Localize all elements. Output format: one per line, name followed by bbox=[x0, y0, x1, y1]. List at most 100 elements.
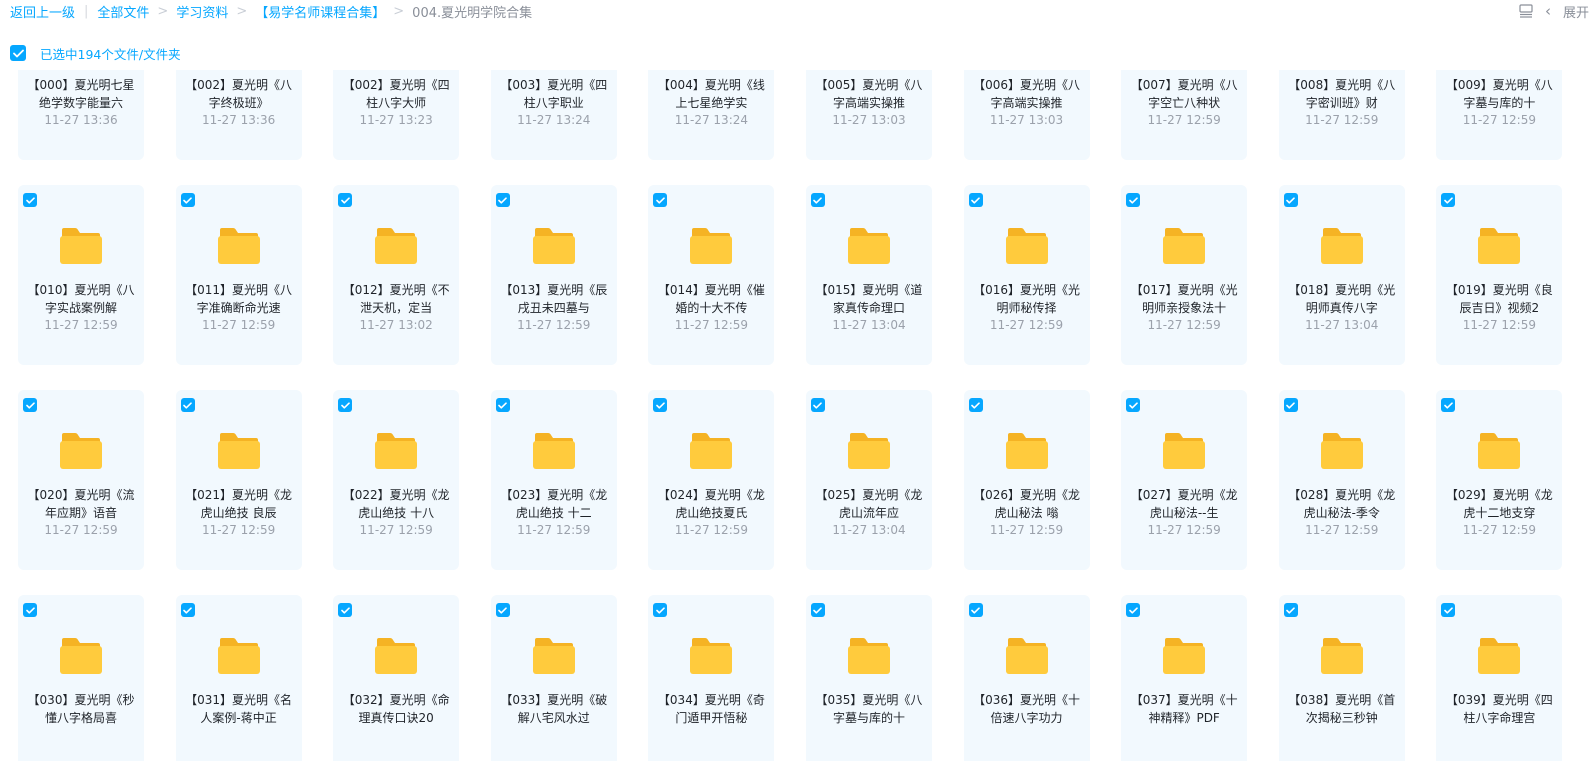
folder-card[interactable]: 【004】夏光明《线上七星绝学实 11-27 13:24 bbox=[648, 70, 775, 160]
folder-name: 【029】夏光明《龙虎十二地支穿 bbox=[1445, 488, 1553, 520]
folder-checkbox[interactable] bbox=[1441, 603, 1456, 617]
folder-icon bbox=[374, 432, 418, 470]
folder-name: 【003】夏光明《四柱八字职业 bbox=[500, 78, 608, 110]
folder-card[interactable]: 【037】夏光明《十神精释》PDF bbox=[1121, 595, 1248, 761]
folder-checkbox[interactable] bbox=[1441, 398, 1456, 412]
folder-card[interactable]: 【006】夏光明《八字高端实操推 11-27 13:03 bbox=[963, 70, 1090, 160]
folder-card[interactable]: 【027】夏光明《龙虎山秘法--生 11-27 12:59 bbox=[1121, 390, 1248, 570]
folder-checkbox[interactable] bbox=[653, 603, 668, 617]
folder-checkbox[interactable] bbox=[1126, 603, 1141, 617]
chevron-left-icon[interactable]: ‹ bbox=[1545, 2, 1551, 20]
folder-card[interactable]: 【038】夏光明《首次揭秘三秒钟 bbox=[1278, 595, 1405, 761]
folder-name: 【008】夏光明《八字密训班》财 bbox=[1288, 78, 1396, 110]
folder-card[interactable]: 【017】夏光明《光明师亲授象法十 11-27 12:59 bbox=[1121, 185, 1248, 365]
folder-card[interactable]: 【007】夏光明《八字空亡八种状 11-27 12:59 bbox=[1121, 70, 1248, 160]
folder-modified-time: 11-27 13:04 bbox=[832, 318, 906, 332]
file-grid-viewport[interactable]: 【000】夏光明七星绝学数字能量六 11-27 13:36 【002】夏光明《八… bbox=[0, 70, 1593, 761]
folder-card[interactable]: 【032】夏光明《命理真传口诀20 bbox=[333, 595, 460, 761]
folder-card[interactable]: 【030】夏光明《秒懂八字格局喜 bbox=[18, 595, 144, 761]
folder-checkbox[interactable] bbox=[653, 193, 668, 207]
folder-card[interactable]: 【019】夏光明《良辰吉日》视频2 11-27 12:59 bbox=[1436, 185, 1563, 365]
folder-checkbox[interactable] bbox=[180, 193, 195, 207]
folder-checkbox[interactable] bbox=[1441, 193, 1456, 207]
folder-card[interactable]: 【012】夏光明《不泄天机，定当 11-27 13:02 bbox=[333, 185, 460, 365]
folder-checkbox[interactable] bbox=[810, 398, 825, 412]
folder-card[interactable]: 【010】夏光明《八字实战案例解 11-27 12:59 bbox=[18, 185, 144, 365]
back-link[interactable]: 返回上一级 bbox=[10, 2, 75, 21]
folder-name: 【035】夏光明《八字墓与库的十 bbox=[815, 693, 923, 725]
folder-card[interactable]: 【015】夏光明《道家真传命理口 11-27 13:04 bbox=[805, 185, 932, 365]
folder-name: 【000】夏光明七星绝学数字能量六 bbox=[27, 78, 135, 110]
folder-card[interactable]: 【035】夏光明《八字墓与库的十 bbox=[805, 595, 932, 761]
select-all-checkbox[interactable] bbox=[10, 45, 26, 61]
folder-checkbox[interactable] bbox=[180, 398, 195, 412]
folder-card[interactable]: 【029】夏光明《龙虎十二地支穿 11-27 12:59 bbox=[1436, 390, 1563, 570]
folder-checkbox[interactable] bbox=[968, 193, 983, 207]
folder-card[interactable]: 【033】夏光明《破解八宅风水过 bbox=[490, 595, 617, 761]
selection-count-label: 已选中194个文件/文件夹 bbox=[40, 46, 181, 62]
folder-icon bbox=[689, 432, 733, 470]
folder-checkbox[interactable] bbox=[1126, 193, 1141, 207]
folder-checkbox[interactable] bbox=[180, 603, 195, 617]
folder-modified-time: 11-27 12:59 bbox=[517, 318, 591, 332]
folder-name: 【038】夏光明《首次揭秘三秒钟 bbox=[1288, 693, 1396, 725]
folder-modified-time: 11-27 12:59 bbox=[989, 523, 1064, 537]
folder-checkbox[interactable] bbox=[495, 398, 510, 412]
folder-checkbox[interactable] bbox=[338, 603, 353, 617]
folder-name: 【032】夏光明《命理真传口诀20 bbox=[342, 693, 450, 725]
folder-card[interactable]: 【014】夏光明《催婚的十大不传 11-27 12:59 bbox=[648, 185, 775, 365]
folder-card[interactable]: 【002】夏光明《四柱八字大师 11-27 13:23 bbox=[333, 70, 460, 160]
folder-checkbox[interactable] bbox=[23, 603, 37, 617]
folder-card[interactable]: 【020】夏光明《流年应期》语音 11-27 12:59 bbox=[18, 390, 144, 570]
folder-name: 【002】夏光明《四柱八字大师 bbox=[342, 78, 450, 110]
folder-card[interactable]: 【011】夏光明《八字准确断命光速 11-27 12:59 bbox=[175, 185, 302, 365]
breadcrumb-all-files[interactable]: 全部文件 bbox=[97, 2, 149, 21]
folder-checkbox[interactable] bbox=[810, 603, 825, 617]
folder-modified-time: 11-27 12:59 bbox=[674, 523, 748, 537]
breadcrumb-course-collection[interactable]: 【易学名师课程合集】 bbox=[255, 2, 385, 21]
folder-card[interactable]: 【000】夏光明七星绝学数字能量六 11-27 13:36 bbox=[18, 70, 144, 160]
folder-checkbox[interactable] bbox=[968, 398, 983, 412]
folder-icon bbox=[59, 227, 103, 265]
folder-checkbox[interactable] bbox=[338, 398, 353, 412]
folder-card[interactable]: 【028】夏光明《龙虎山秘法-季令 11-27 12:59 bbox=[1278, 390, 1405, 570]
folder-checkbox[interactable] bbox=[653, 398, 668, 412]
folder-checkbox[interactable] bbox=[23, 398, 37, 412]
folder-name: 【011】夏光明《八字准确断命光速 bbox=[185, 283, 293, 315]
top-right-tools: ‹ 展开 bbox=[1519, 1, 1593, 21]
folder-name: 【002】夏光明《八字终极班》 bbox=[185, 78, 293, 110]
folder-card[interactable]: 【026】夏光明《龙虎山秘法 嗡 11-27 12:59 bbox=[963, 390, 1090, 570]
folder-checkbox[interactable] bbox=[495, 603, 510, 617]
folder-checkbox[interactable] bbox=[338, 193, 353, 207]
folder-card[interactable]: 【009】夏光明《八字墓与库的十 11-27 12:59 bbox=[1436, 70, 1563, 160]
folder-card[interactable]: 【013】夏光明《辰戌丑未四墓与 11-27 12:59 bbox=[490, 185, 617, 365]
folder-card[interactable]: 【034】夏光明《奇门遁甲开悟秘 bbox=[648, 595, 775, 761]
folder-checkbox[interactable] bbox=[1126, 398, 1141, 412]
folder-card[interactable]: 【039】夏光明《四柱八字命理宫 bbox=[1436, 595, 1563, 761]
folder-card[interactable]: 【023】夏光明《龙虎山绝技 十二 11-27 12:59 bbox=[490, 390, 617, 570]
folder-card[interactable]: 【018】夏光明《光明师真传八字 11-27 13:04 bbox=[1278, 185, 1405, 365]
folder-checkbox[interactable] bbox=[495, 193, 510, 207]
folder-card[interactable]: 【008】夏光明《八字密训班》财 11-27 12:59 bbox=[1278, 70, 1405, 160]
folder-card[interactable]: 【024】夏光明《龙虎山绝技夏氏 11-27 12:59 bbox=[648, 390, 775, 570]
list-view-icon[interactable] bbox=[1519, 4, 1533, 18]
folder-checkbox[interactable] bbox=[1283, 603, 1298, 617]
folder-checkbox[interactable] bbox=[23, 193, 37, 207]
folder-icon bbox=[847, 637, 891, 675]
folder-checkbox[interactable] bbox=[810, 193, 825, 207]
folder-card[interactable]: 【003】夏光明《四柱八字职业 11-27 13:24 bbox=[490, 70, 617, 160]
folder-checkbox[interactable] bbox=[1283, 193, 1298, 207]
breadcrumb-study-materials[interactable]: 学习资料 bbox=[176, 2, 228, 21]
folder-card[interactable]: 【022】夏光明《龙虎山绝技 十八 11-27 12:59 bbox=[333, 390, 460, 570]
folder-card[interactable]: 【036】夏光明《十倍速八字功力 bbox=[963, 595, 1090, 761]
expand-button[interactable]: 展开 bbox=[1563, 2, 1593, 21]
folder-checkbox[interactable] bbox=[968, 603, 983, 617]
folder-card[interactable]: 【021】夏光明《龙虎山绝技 良辰 11-27 12:59 bbox=[175, 390, 302, 570]
folder-name: 【021】夏光明《龙虎山绝技 良辰 bbox=[185, 488, 293, 520]
folder-card[interactable]: 【025】夏光明《龙虎山流年应 11-27 13:04 bbox=[805, 390, 932, 570]
folder-card[interactable]: 【016】夏光明《光明师秘传择 11-27 12:59 bbox=[963, 185, 1090, 365]
folder-card[interactable]: 【005】夏光明《八字高端实操推 11-27 13:03 bbox=[805, 70, 932, 160]
folder-card[interactable]: 【002】夏光明《八字终极班》 11-27 13:36 bbox=[175, 70, 302, 160]
folder-checkbox[interactable] bbox=[1283, 398, 1298, 412]
folder-card[interactable]: 【031】夏光明《名人案例-蒋中正 bbox=[175, 595, 302, 761]
